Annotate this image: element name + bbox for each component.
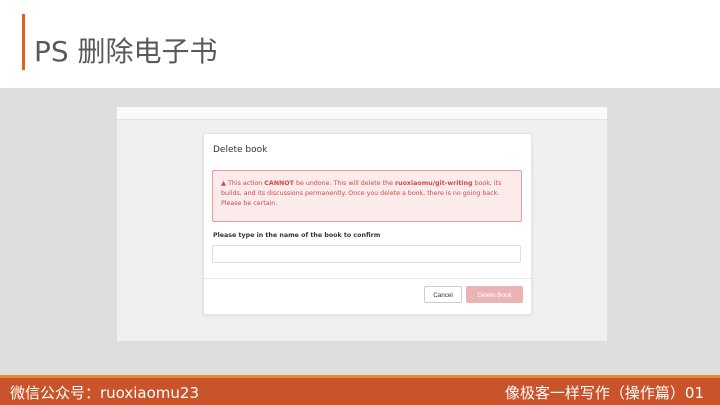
modal-footer-divider bbox=[204, 278, 531, 279]
confirm-label: Please type in the name of the book to c… bbox=[213, 232, 381, 239]
warning-emphasis: CANNOT bbox=[264, 180, 294, 187]
cancel-button[interactable]: Cancel bbox=[424, 286, 462, 303]
warning-triangle-icon: ▲ bbox=[221, 179, 226, 187]
slide-header: PS 删除电子书 bbox=[0, 0, 720, 88]
confirm-book-name-input[interactable] bbox=[212, 245, 521, 263]
warning-middle: be undone. This will delete the bbox=[293, 180, 395, 187]
warning-repo-name: ruoxiaomu/git-writing bbox=[394, 180, 473, 187]
page-topbar bbox=[117, 107, 607, 120]
delete-book-button[interactable]: Delete Book bbox=[466, 286, 523, 303]
delete-book-modal: Delete book ▲ This action CANNOT be undon… bbox=[203, 133, 532, 315]
title-accent-bar bbox=[22, 14, 25, 70]
footer-series-title: 像极客一样写作（操作篇）01 bbox=[504, 384, 704, 402]
warning-box: ▲ This action CANNOT be undone. This will… bbox=[212, 170, 522, 222]
screenshot-frame: Delete book ▲ This action CANNOT be undon… bbox=[117, 107, 607, 341]
warning-prefix: This action bbox=[228, 180, 265, 187]
slide-footer: 微信公众号：ruoxiaomu23 像极客一样写作（操作篇）01 bbox=[0, 375, 720, 405]
modal-title: Delete book bbox=[213, 145, 268, 155]
slide-title: PS 删除电子书 bbox=[34, 35, 218, 68]
footer-wechat-account: 微信公众号：ruoxiaomu23 bbox=[10, 384, 200, 402]
